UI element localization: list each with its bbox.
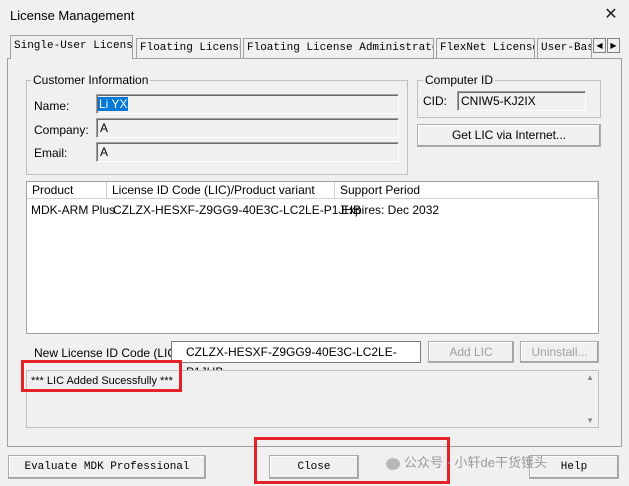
name-field[interactable]: Li YX: [96, 94, 399, 114]
status-highlight-box: [21, 360, 182, 392]
tab-scroll-right-icon[interactable]: ▶: [607, 38, 620, 53]
email-field[interactable]: A: [96, 142, 399, 162]
tab-single-user-license[interactable]: Single-User License: [10, 35, 133, 59]
new-lic-label: New License ID Code (LIC):: [34, 346, 184, 360]
tab-user-based[interactable]: User-Bas: [537, 38, 592, 58]
new-lic-input[interactable]: CZLZX-HESXF-Z9GG9-40E3C-LC2LE-P1JHB: [171, 341, 421, 379]
tab-floating-license[interactable]: Floating License: [136, 38, 241, 58]
uninstall-button[interactable]: Uninstall...: [520, 341, 599, 363]
name-value: Li YX: [98, 97, 129, 111]
status-scroll-up-icon[interactable]: ▲: [586, 373, 594, 382]
tab-floating-license-administrator[interactable]: Floating License Administrator: [243, 38, 434, 58]
email-label: Email:: [34, 146, 68, 160]
table-cell-product[interactable]: MDK-ARM Plus: [31, 202, 115, 218]
company-field[interactable]: A: [96, 118, 399, 138]
watermark: 公众号 · 小轩de干货镬头: [386, 452, 547, 471]
company-label: Company:: [34, 123, 89, 137]
evaluate-mdk-professional-button[interactable]: Evaluate MDK Professional: [8, 455, 206, 479]
tab-scroll-left-icon[interactable]: ◀: [593, 38, 606, 53]
status-scroll-down-icon[interactable]: ▼: [586, 416, 594, 425]
get-lic-via-internet-button[interactable]: Get LIC via Internet...: [417, 124, 601, 147]
table-cell-lic[interactable]: CZLZX-HESXF-Z9GG9-40E3C-LC2LE-P1JHB: [113, 202, 361, 218]
window-title: License Management: [10, 8, 135, 23]
window-close-button[interactable]: ✕: [600, 4, 622, 26]
wechat-icon: [386, 457, 400, 470]
cid-label: CID:: [423, 94, 447, 108]
customer-information-legend: Customer Information: [31, 73, 151, 87]
name-label: Name:: [34, 99, 70, 113]
add-lic-button[interactable]: Add LIC: [428, 341, 514, 363]
table-cell-support-period[interactable]: Expires: Dec 2032: [341, 202, 439, 218]
watermark-text: 公众号 · 小轩de干货镬头: [404, 455, 548, 470]
cid-field[interactable]: CNIW5-KJ2IX: [457, 91, 586, 111]
column-header-support-period[interactable]: Support Period: [335, 182, 598, 199]
license-list[interactable]: Product License ID Code (LIC)/Product va…: [26, 181, 599, 334]
column-header-lic[interactable]: License ID Code (LIC)/Product variant: [107, 182, 335, 199]
tab-flexnet-license[interactable]: FlexNet License: [436, 38, 535, 58]
column-header-product[interactable]: Product: [27, 182, 107, 199]
computer-id-legend: Computer ID: [423, 73, 496, 87]
